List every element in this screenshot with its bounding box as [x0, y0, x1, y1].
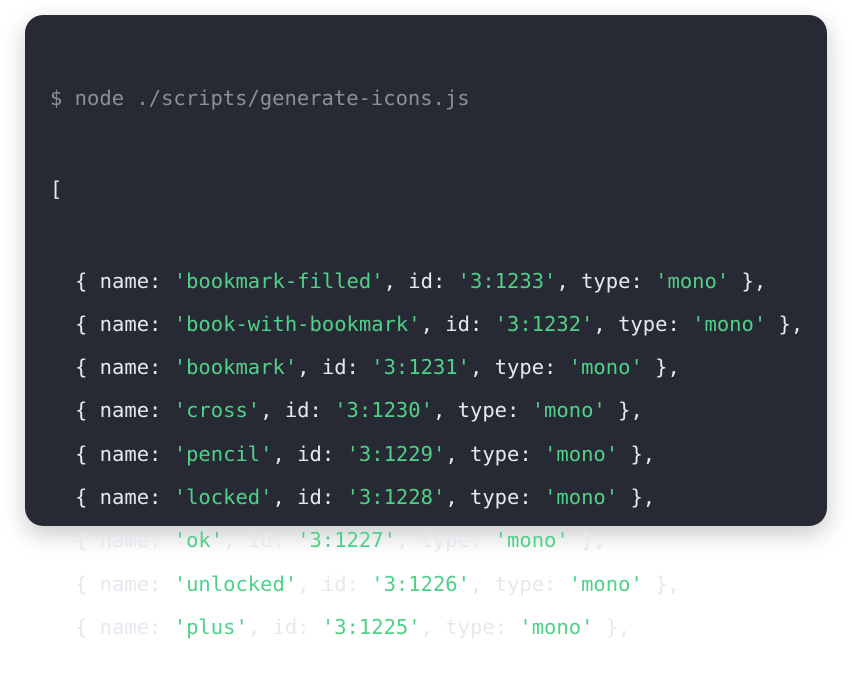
- entry-type-value: 'mono': [494, 528, 569, 553]
- output-entry-line: { name: 'bookmark-filled', id: '3:1233',…: [50, 267, 827, 310]
- syntax-punctuation: { name:: [75, 441, 174, 466]
- entry-name-value: 'locked': [173, 485, 273, 510]
- output-entry-line: { name: 'locked', id: '3:1228', type: 'm…: [50, 483, 827, 526]
- entry-type-value: 'mono': [544, 441, 619, 466]
- output-entry-line: { name: 'plus', id: '3:1225', type: 'mon…: [50, 613, 827, 656]
- syntax-punctuation: { name:: [75, 355, 174, 380]
- entry-type-value: 'mono': [519, 614, 594, 639]
- syntax-punctuation: , id:: [272, 485, 347, 510]
- output-entry-line: { name: 'cross', id: '3:1230', type: 'mo…: [50, 396, 827, 439]
- syntax-punctuation: , type:: [556, 268, 656, 293]
- entry-name-value: 'cross': [173, 398, 261, 423]
- syntax-punctuation: , type:: [445, 441, 545, 466]
- syntax-punctuation: { name:: [75, 614, 174, 639]
- entry-id-value: '3:1233': [457, 268, 557, 293]
- syntax-punctuation: , id:: [223, 528, 298, 553]
- syntax-punctuation: { name:: [75, 528, 174, 553]
- syntax-punctuation: },: [766, 311, 804, 336]
- entry-type-value: 'mono': [531, 398, 606, 423]
- entry-name-value: 'ok': [173, 528, 224, 553]
- syntax-punctuation: { name:: [75, 398, 174, 423]
- entry-id-value: '3:1230': [334, 398, 433, 423]
- command-line: $ node ./scripts/generate-icons.js: [50, 86, 470, 110]
- entry-type-value: 'mono': [568, 355, 643, 380]
- syntax-punctuation: },: [605, 398, 643, 423]
- syntax-punctuation: , type:: [395, 528, 495, 553]
- entry-type-value: 'mono': [544, 485, 619, 510]
- syntax-punctuation: , type:: [420, 614, 520, 639]
- entry-id-value: '3:1226': [371, 571, 470, 596]
- output-entry-line: { name: 'ok', id: '3:1227', type: 'mono'…: [50, 526, 827, 569]
- output-entry-line: { name: 'bookmark', id: '3:1231', type: …: [50, 353, 827, 396]
- syntax-punctuation: },: [729, 268, 767, 293]
- syntax-punctuation: { name:: [75, 571, 174, 596]
- entry-type-value: 'mono': [692, 311, 767, 336]
- entry-name-value: 'book-with-bookmark': [173, 311, 421, 336]
- syntax-punctuation: },: [618, 441, 656, 466]
- syntax-punctuation: },: [593, 614, 631, 639]
- syntax-punctuation: , id:: [297, 571, 372, 596]
- syntax-punctuation: , id:: [383, 268, 458, 293]
- syntax-punctuation: },: [642, 355, 680, 380]
- syntax-punctuation: { name:: [75, 485, 174, 510]
- syntax-punctuation: , id:: [272, 441, 347, 466]
- syntax-punctuation: },: [618, 485, 656, 510]
- entry-name-value: 'pencil': [173, 441, 273, 466]
- entry-id-value: '3:1228': [346, 485, 446, 510]
- output-entry-line: { name: 'pencil', id: '3:1229', type: 'm…: [50, 440, 827, 483]
- syntax-punctuation: { name:: [75, 268, 174, 293]
- output-entry-line: { name: 'book-with-bookmark', id: '3:123…: [50, 310, 827, 353]
- entry-id-value: '3:1229': [346, 441, 446, 466]
- output-entry-line: { name: 'unlocked', id: '3:1226', type: …: [50, 570, 827, 613]
- syntax-punctuation: , type:: [445, 485, 545, 510]
- entry-id-value: '3:1227': [297, 528, 396, 553]
- syntax-punctuation: { name:: [75, 311, 174, 336]
- entry-id-value: '3:1225': [321, 614, 421, 639]
- entry-name-value: 'bookmark-filled': [173, 268, 384, 293]
- entry-id-value: '3:1231': [371, 355, 470, 380]
- syntax-punctuation: , id:: [247, 614, 322, 639]
- syntax-punctuation: , type:: [432, 398, 532, 423]
- syntax-punctuation: , type:: [469, 571, 569, 596]
- entry-name-value: 'unlocked': [173, 571, 298, 596]
- syntax-punctuation: , id:: [260, 398, 335, 423]
- syntax-punctuation: , id:: [297, 355, 372, 380]
- entry-type-value: 'mono': [655, 268, 730, 293]
- entry-id-value: '3:1232': [494, 311, 594, 336]
- terminal-window: $ node ./scripts/generate-icons.js [ { n…: [25, 15, 827, 639]
- entry-name-value: 'plus': [173, 614, 248, 639]
- entry-name-value: 'bookmark': [173, 355, 298, 380]
- syntax-punctuation: , type:: [593, 311, 693, 336]
- syntax-punctuation: },: [568, 528, 606, 553]
- output-entries: { name: 'bookmark-filled', id: '3:1233',…: [50, 267, 827, 657]
- syntax-punctuation: , id:: [420, 311, 495, 336]
- entry-type-value: 'mono': [568, 571, 643, 596]
- syntax-punctuation: },: [642, 571, 680, 596]
- syntax-punctuation: , type:: [469, 355, 569, 380]
- open-bracket: [: [50, 177, 63, 202]
